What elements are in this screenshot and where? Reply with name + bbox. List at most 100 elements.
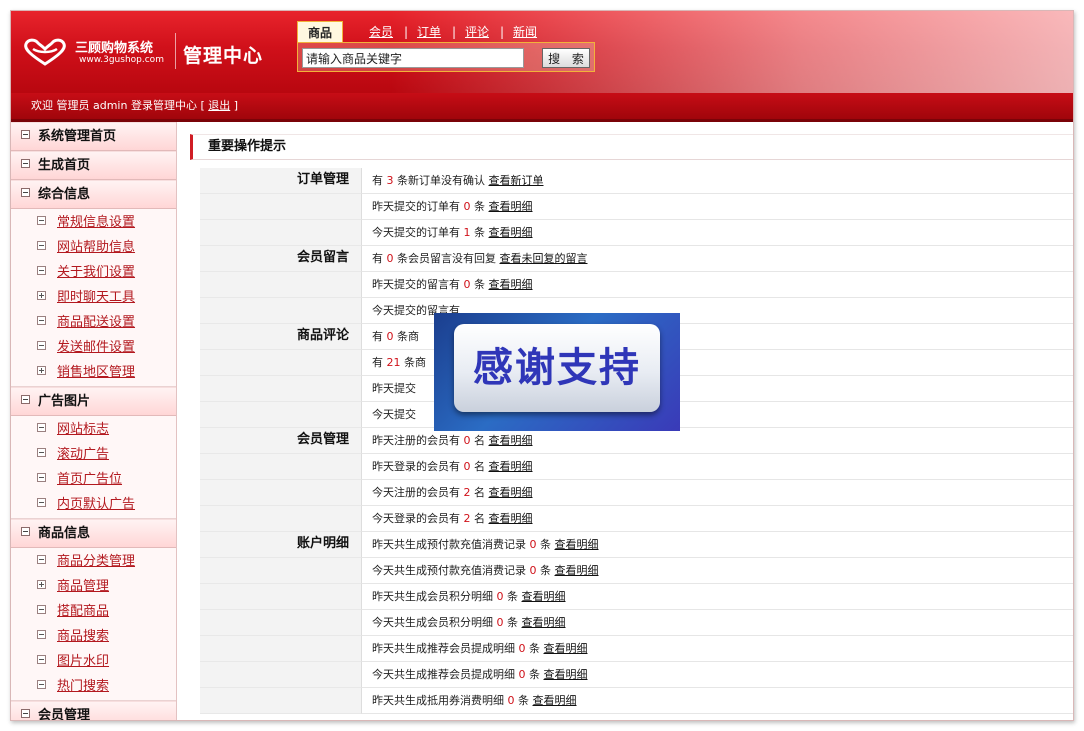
detail-link[interactable]: 查看明细 xyxy=(555,564,599,577)
row-category: 商品评论 xyxy=(200,324,361,350)
detail-link[interactable]: 查看明细 xyxy=(544,668,588,681)
detail-link[interactable]: 查看明细 xyxy=(489,512,533,525)
expand-icon[interactable] xyxy=(37,580,46,589)
sidebar-link[interactable]: 内页默认广告 xyxy=(57,497,135,512)
sidebar-link[interactable]: 网站标志 xyxy=(57,422,109,437)
detail-link[interactable]: 查看明细 xyxy=(489,226,533,239)
sidebar-link[interactable]: 商品管理 xyxy=(57,579,109,594)
expand-icon[interactable] xyxy=(37,291,46,300)
row-message: 昨天提交的留言有 0 条 查看明细 xyxy=(361,272,1073,298)
sidebar-link[interactable]: 商品搜索 xyxy=(57,629,109,644)
thanks-banner-plate: 感谢支持 xyxy=(454,324,660,412)
tab-separator: | xyxy=(452,25,457,39)
search-tab-news[interactable]: 新闻 xyxy=(513,21,537,43)
sidebar-item: 发送邮件设置 xyxy=(11,335,176,360)
table-row: 今天共生成推荐会员提成明细 0 条 查看明细 xyxy=(200,662,1073,688)
message-unit: 条 xyxy=(540,538,551,551)
row-category: 订单管理 xyxy=(200,168,361,194)
count-number: 1 xyxy=(463,226,471,239)
sidebar-link[interactable]: 网站帮助信息 xyxy=(57,240,135,255)
table-row: 今天提交的订单有 1 条 查看明细 xyxy=(200,220,1073,246)
detail-link[interactable]: 查看明细 xyxy=(489,278,533,291)
sidebar-section-goods-info[interactable]: 商品信息 xyxy=(11,519,176,548)
message-text: 昨天共生成抵用券消费明细 xyxy=(372,694,504,707)
count-number: 0 xyxy=(496,616,504,629)
table-row: 账户明细 昨天共生成预付款充值消费记录 0 条 查看明细 xyxy=(200,532,1073,558)
count-number: 3 xyxy=(386,174,394,187)
collapse-icon xyxy=(21,709,30,718)
sidebar-link[interactable]: 发送邮件设置 xyxy=(57,340,135,355)
sidebar-link[interactable]: 滚动广告 xyxy=(57,447,109,462)
sidebar-link[interactable]: 即时聊天工具 xyxy=(57,290,135,305)
sidebar-section-member-manage[interactable]: 会员管理 xyxy=(11,701,176,721)
row-category xyxy=(200,402,361,428)
table-row: 昨天提交的订单有 0 条 查看明细 xyxy=(200,194,1073,220)
collapse-icon xyxy=(21,188,30,197)
detail-link[interactable]: 查看明细 xyxy=(489,434,533,447)
row-category: 账户明细 xyxy=(200,532,361,558)
detail-link[interactable]: 查看明细 xyxy=(489,200,533,213)
count-number: 0 xyxy=(507,694,515,707)
message-text: 今天共生成会员积分明细 xyxy=(372,616,493,629)
logo-url: www.3gushop.com xyxy=(79,55,164,65)
collapse-icon xyxy=(37,605,46,614)
sidebar-link[interactable]: 商品配送设置 xyxy=(57,315,135,330)
row-message: 昨天共生成推荐会员提成明细 0 条 查看明细 xyxy=(361,636,1073,662)
detail-link[interactable]: 查看明细 xyxy=(522,616,566,629)
detail-link[interactable]: 查看明细 xyxy=(544,642,588,655)
sidebar-section-general-info[interactable]: 综合信息 xyxy=(11,180,176,209)
sidebar-link[interactable]: 商品分类管理 xyxy=(57,554,135,569)
sidebar-link[interactable]: 热门搜索 xyxy=(57,679,109,694)
sidebar-link[interactable]: 图片水印 xyxy=(57,654,109,669)
row-message: 今天注册的会员有 2 名 查看明细 xyxy=(361,480,1073,506)
message-unit: 名 xyxy=(474,512,485,525)
detail-link[interactable]: 查看明细 xyxy=(522,590,566,603)
sidebar-section-system-home[interactable]: 系统管理首页 xyxy=(11,122,176,151)
collapse-icon xyxy=(21,527,30,536)
message-unit: 条会员留言没有回复 xyxy=(397,252,496,265)
sidebar-link[interactable]: 销售地区管理 xyxy=(57,365,135,380)
detail-link[interactable]: 查看明细 xyxy=(533,694,577,707)
search-input[interactable] xyxy=(302,48,524,68)
count-number: 0 xyxy=(463,200,471,213)
table-row: 昨天共生成抵用券消费明细 0 条 查看明细 xyxy=(200,688,1073,714)
table-row: 今天共生成预付款充值消费记录 0 条 查看明细 xyxy=(200,558,1073,584)
detail-link[interactable]: 查看明细 xyxy=(489,460,533,473)
sidebar-link[interactable]: 常规信息设置 xyxy=(57,215,135,230)
table-row: 昨天提交的留言有 0 条 查看明细 xyxy=(200,272,1073,298)
section-label: 会员管理 xyxy=(38,708,91,721)
message-unit: 条 xyxy=(474,200,485,213)
sidebar-item: 网站标志 xyxy=(11,417,176,442)
count-number: 0 xyxy=(463,460,471,473)
detail-link[interactable]: 查看未回复的留言 xyxy=(500,252,588,265)
message-unit: 条 xyxy=(507,590,518,603)
section-label: 系统管理首页 xyxy=(38,129,117,144)
search-tab-member[interactable]: 会员 xyxy=(369,21,393,43)
section-label: 商品信息 xyxy=(38,526,91,541)
detail-link[interactable]: 查看明细 xyxy=(555,538,599,551)
search-tab-order[interactable]: 订单 xyxy=(417,21,441,43)
logout-link[interactable]: 退出 xyxy=(208,99,230,112)
row-category xyxy=(200,376,361,402)
detail-link[interactable]: 查看新订单 xyxy=(489,174,544,187)
count-number: 0 xyxy=(529,538,537,551)
expand-icon[interactable] xyxy=(37,366,46,375)
search-tab-review[interactable]: 评论 xyxy=(465,21,489,43)
sidebar-item: 图片水印 xyxy=(11,649,176,674)
row-category xyxy=(200,454,361,480)
message-unit: 名 xyxy=(474,486,485,499)
table-row: 订单管理有 3 条新订单没有确认 查看新订单 xyxy=(200,168,1073,194)
count-number: 0 xyxy=(518,642,526,655)
sidebar-section-generate-home[interactable]: 生成首页 xyxy=(11,151,176,180)
app-window: 三顾购物系统 www.3gushop.com 管理中心 商品 会员 | 订单 |… xyxy=(10,10,1074,721)
detail-link[interactable]: 查看明细 xyxy=(489,486,533,499)
sidebar-link[interactable]: 搭配商品 xyxy=(57,604,109,619)
search-tab-goods[interactable]: 商品 xyxy=(297,21,344,43)
sidebar-section-ad-images[interactable]: 广告图片 xyxy=(11,387,176,416)
sidebar-link[interactable]: 关于我们设置 xyxy=(57,265,135,280)
sidebar-link[interactable]: 首页广告位 xyxy=(57,472,122,487)
search-button[interactable]: 搜 索 xyxy=(542,48,590,68)
message-unit: 条 xyxy=(529,642,540,655)
message-text: 今天提交的订单有 xyxy=(372,226,460,239)
sidebar-item: 销售地区管理 xyxy=(11,360,176,385)
